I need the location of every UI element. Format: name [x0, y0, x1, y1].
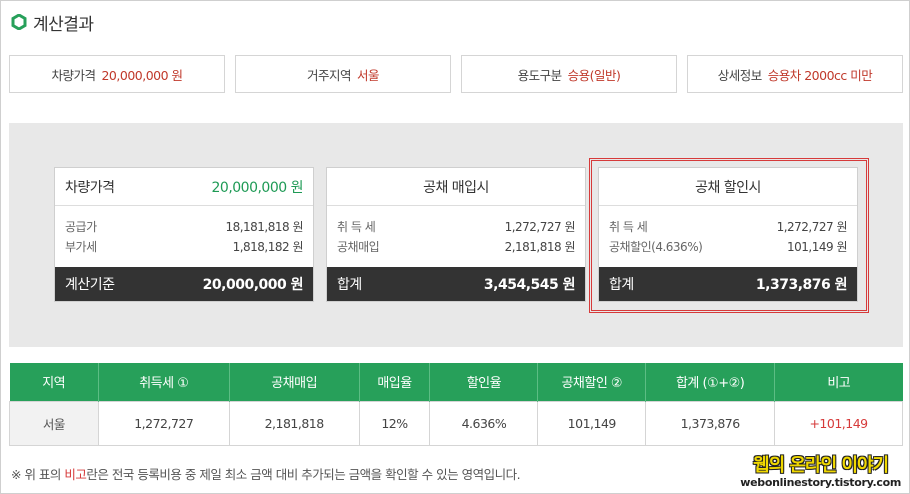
result-table: 지역 취득세 ① 공채매입 매입율 할인율 공채할인 ② 합계 (①+②) 비고…: [9, 363, 903, 446]
footer-value: 3,454,545 원: [483, 277, 576, 293]
footer-value: 1,373,876 원: [755, 277, 848, 293]
card-line: 취 득 세 1,272,727 원: [609, 216, 848, 236]
table-cell: 101,149: [537, 400, 647, 446]
line-value: 101,149 원: [787, 239, 847, 254]
table-cell: 12%: [358, 400, 431, 446]
card-header: 공채 할인시: [599, 168, 857, 206]
column-header: 합계 (①+②): [645, 363, 776, 401]
table-cell: 1,373,876: [645, 400, 776, 446]
line-label: 취 득 세: [337, 219, 376, 234]
info-box-region: 거주지역 서울: [235, 55, 451, 93]
table-row: 서울 1,272,727 2,181,818 12% 4.636% 101,14…: [9, 400, 903, 446]
line-label: 공급가: [65, 219, 97, 234]
table-cell: 2,181,818: [228, 400, 360, 446]
watermark-sub: webonlinestory.tistory.com: [740, 476, 901, 489]
footer-label: 합계: [609, 277, 634, 293]
card-header: 차량가격 20,000,000 원: [55, 168, 313, 206]
footnote-suffix: 란은 전국 등록비용 중 제일 최소 금액 대비 추가되는 금액을 확인할 수 …: [86, 467, 521, 482]
card-footer: 합계 1,373,876 원: [599, 267, 857, 301]
card-body: 취 득 세 1,272,727 원 공채할인(4.636%) 101,149 원: [599, 206, 857, 268]
line-label: 부가세: [65, 239, 97, 254]
footnote: ※ 위 표의 비고란은 전국 등록비용 중 제일 최소 금액 대비 추가되는 금…: [11, 464, 521, 483]
column-header: 매입율: [359, 363, 431, 401]
info-key: 상세정보: [717, 67, 763, 83]
card-title-value: 20,000,000 원: [211, 179, 304, 196]
line-label: 공채할인(4.636%): [609, 239, 703, 254]
line-value: 18,181,818 원: [225, 219, 303, 234]
info-key: 차량가격: [51, 67, 96, 83]
info-box-price: 차량가격 20,000,000 원: [9, 55, 225, 93]
page-title: 계산결과: [33, 14, 94, 35]
column-header: 취득세 ①: [98, 363, 230, 401]
info-value: 서울: [357, 67, 380, 83]
card-body: 취 득 세 1,272,727 원 공채매입 2,181,818 원: [327, 206, 585, 268]
footer-label: 합계: [337, 277, 362, 293]
card-title: 공채 할인시: [695, 179, 761, 196]
card-line: 공급가 18,181,818 원: [65, 216, 303, 236]
line-label: 취 득 세: [609, 219, 648, 234]
info-box-usage: 용도구분 승용(일반): [461, 55, 677, 93]
table-cell: 4.636%: [429, 400, 539, 446]
card-vehicle-price: 차량가격 20,000,000 원 공급가 18,181,818 원 부가세 1…: [54, 167, 314, 302]
column-header: 지역: [9, 363, 99, 401]
info-value: 승용차 2000cc 미만: [767, 67, 873, 83]
card-title: 공채 매입시: [423, 179, 489, 196]
line-value: 1,818,182 원: [232, 239, 304, 254]
watermark-main: 웹의 온라인 이야기: [753, 455, 889, 476]
table-header-row: 지역 취득세 ① 공채매입 매입율 할인율 공채할인 ② 합계 (①+②) 비고: [9, 363, 903, 401]
card-footer: 계산기준 20,000,000 원: [55, 267, 313, 301]
info-value: 20,000,000 원: [101, 67, 183, 83]
line-label: 공채매입: [337, 239, 380, 254]
watermark: 웹의 온라인 이야기 webonlinestory.tistory.com: [740, 455, 901, 490]
result-frame: 계산결과 차량가격 20,000,000 원 거주지역 서울 용도구분 승용(일…: [0, 0, 910, 494]
line-value: 1,272,727 원: [504, 219, 576, 234]
info-key: 용도구분: [517, 67, 563, 83]
hexagon-icon: [11, 14, 27, 30]
footer-value: 20,000,000 원: [202, 277, 304, 293]
table-cell: 서울: [9, 400, 99, 446]
info-key: 거주지역: [306, 67, 352, 83]
table-cell: +101,149: [774, 400, 903, 446]
card-line: 공채매입 2,181,818 원: [337, 236, 576, 256]
card-line: 공채할인(4.636%) 101,149 원: [609, 236, 847, 256]
card-bond-discount: 공채 할인시 취 득 세 1,272,727 원 공채할인(4.636%) 10…: [598, 167, 858, 302]
column-header: 비고: [774, 363, 903, 401]
card-footer: 합계 3,454,545 원: [327, 267, 585, 301]
info-value: 승용(일반): [567, 67, 621, 83]
card-body: 공급가 18,181,818 원 부가세 1,818,182 원: [55, 206, 313, 268]
footer-label: 계산기준: [65, 277, 115, 293]
column-header: 공채할인 ②: [537, 363, 647, 401]
card-bond-purchase: 공채 매입시 취 득 세 1,272,727 원 공채매입 2,181,818 …: [326, 167, 586, 302]
summary-panel: 차량가격 20,000,000 원 공급가 18,181,818 원 부가세 1…: [9, 123, 903, 347]
card-line: 취 득 세 1,272,727 원: [337, 216, 576, 236]
table-cell: 1,272,727: [97, 400, 230, 446]
footnote-highlight: 비고: [64, 467, 87, 482]
line-value: 2,181,818 원: [504, 239, 576, 254]
column-header: 공채매입: [229, 363, 360, 401]
card-title: 차량가격: [65, 179, 115, 196]
card-header: 공채 매입시: [327, 168, 585, 206]
info-box-detail: 상세정보 승용차 2000cc 미만: [687, 55, 903, 93]
info-row: 차량가격 20,000,000 원 거주지역 서울 용도구분 승용(일반) 상세…: [9, 55, 903, 93]
card-line: 부가세 1,818,182 원: [65, 236, 304, 256]
title-row: 계산결과: [11, 9, 94, 35]
column-header: 할인율: [429, 363, 539, 401]
footnote-prefix: ※ 위 표의: [11, 467, 65, 482]
line-value: 1,272,727 원: [776, 219, 848, 234]
